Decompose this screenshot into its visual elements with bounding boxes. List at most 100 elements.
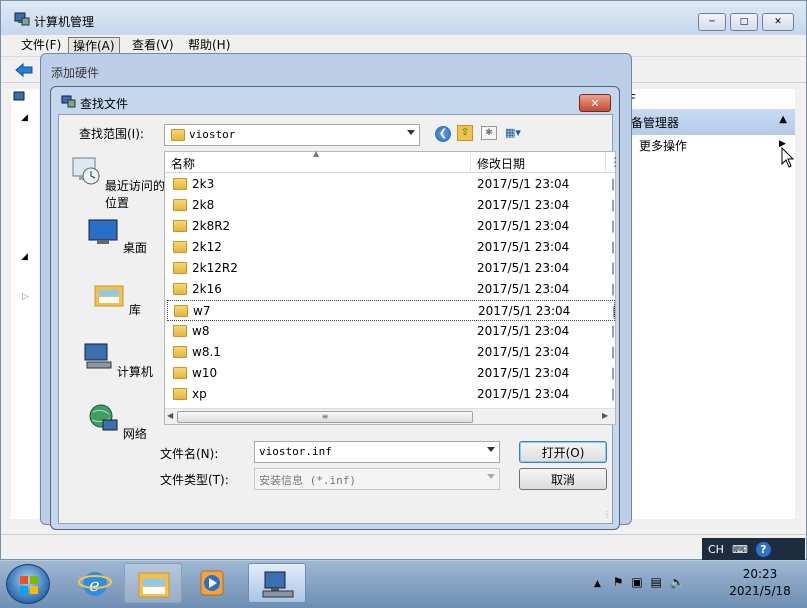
clock[interactable]: 20:23 2021/5/18 (718, 566, 802, 600)
column-name-header[interactable]: 名称 (171, 155, 195, 172)
file-row[interactable]: 2k12 2017/5/1 23:04 ∣ (167, 237, 616, 258)
filename-label: 文件名(N): (160, 447, 219, 461)
network-globe-icon (89, 404, 118, 431)
internet-explorer-icon: e (78, 572, 112, 596)
file-row[interactable]: w8 2017/5/1 23:04 ∣ (167, 321, 616, 342)
truncated-type-column: ∣ (610, 177, 616, 191)
collapse-up-icon[interactable]: ▲ (779, 114, 787, 125)
scroll-left-icon[interactable]: ◀ (167, 411, 173, 420)
place-computer[interactable]: 计算机 (67, 340, 167, 380)
place-desktop[interactable]: 桌面 (67, 216, 167, 256)
column-separator[interactable] (605, 152, 606, 172)
file-row[interactable]: w10 2017/5/1 23:04 ∣ (167, 363, 616, 384)
back-icon[interactable]: ❮ (435, 126, 451, 142)
dialog-title: 查找文件 (80, 97, 129, 111)
view-menu-icon[interactable]: ▦▾ (505, 126, 531, 140)
action-center-icon[interactable]: ⚑ (613, 575, 624, 589)
file-name: 2k12 (192, 240, 222, 254)
taskbar: e ▲ ⚑ ▣ ▤ 🔈 20:23 2021/5/18 (0, 560, 807, 607)
close-window-button[interactable]: ✕ (762, 13, 794, 31)
language-bar[interactable]: CH ⌨ ? (702, 538, 805, 560)
folder-icon (174, 305, 188, 317)
help-icon[interactable]: ? (755, 541, 771, 557)
truncated-type-column: ∣ (610, 345, 616, 359)
volume-icon[interactable]: 🔈 (670, 575, 685, 589)
device-manager-section[interactable]: 备管理器 ▲ (627, 109, 795, 135)
file-date: 2017/5/1 23:04 (477, 366, 570, 380)
menu-file[interactable]: 文件(F) (17, 37, 65, 54)
file-row[interactable]: w8.1 2017/5/1 23:04 ∣ (167, 342, 616, 363)
more-actions-link[interactable]: 更多操作 (639, 137, 687, 154)
file-row[interactable]: 2k8 2017/5/1 23:04 ∣ (167, 195, 616, 216)
file-name: w10 (192, 366, 218, 380)
security-icon[interactable]: ▣ (631, 575, 642, 589)
file-date: 2017/5/1 23:04 (477, 345, 570, 359)
tree-expand-icon[interactable]: ◢ (21, 113, 28, 123)
truncated-type-column: ∣ (610, 198, 616, 212)
place-network[interactable]: 网络 (67, 402, 167, 442)
computer-tree-icon (13, 91, 25, 101)
show-hidden-icons[interactable]: ▲ (594, 579, 601, 589)
maximize-button[interactable]: □ (730, 13, 758, 31)
file-row[interactable]: xp 2017/5/1 23:04 ∣ (167, 384, 616, 405)
column-date-header[interactable]: 修改日期 (477, 155, 525, 172)
file-list-header: 名称 ▲ 修改日期 ⋮ (165, 149, 621, 173)
taskbar-media-player[interactable] (184, 563, 242, 603)
menu-action[interactable]: 操作(A) (68, 37, 120, 54)
cancel-button[interactable]: 取消 (519, 468, 607, 490)
tree-collapse-icon[interactable]: ▷ (22, 292, 29, 302)
file-row[interactable]: w7 2017/5/1 23:04 ∣ (167, 300, 617, 321)
sort-ascending-icon: ▲ (313, 149, 320, 158)
title-bar: 计算机管理 ─ □ ✕ (1, 1, 806, 35)
system-tray: ▲ ⚑ ▣ ▤ 🔈 (594, 575, 685, 589)
taskbar-computer-management[interactable] (248, 563, 306, 603)
truncated-type-column: ∣ (610, 261, 616, 275)
place-recent[interactable]: 最近访问的位置 (67, 154, 167, 211)
truncated-type-column: ∣ (610, 282, 616, 296)
lookin-label: 查找范围(I): (79, 127, 144, 141)
taskbar-ie[interactable]: e (66, 563, 124, 603)
file-row[interactable]: 2k8R2 2017/5/1 23:04 ∣ (167, 216, 616, 237)
section-label: 备管理器 (631, 116, 680, 130)
taskbar-explorer[interactable] (124, 563, 182, 603)
status-bar (1, 534, 806, 558)
filetype-label: 文件类型(T): (160, 473, 229, 487)
open-button[interactable]: 打开(O) (519, 441, 607, 463)
language-indicator[interactable]: CH (708, 543, 724, 556)
file-row[interactable]: 2k3 2017/5/1 23:04 ∣ (167, 174, 616, 195)
tree-expand-icon[interactable]: ◢ (21, 252, 28, 262)
network-icon[interactable]: ▤ (651, 575, 662, 589)
file-name: 2k8 (192, 198, 215, 212)
filetype-select[interactable]: 安装信息 (*.inf) (254, 468, 500, 490)
libraries-icon (94, 285, 124, 307)
filename-input[interactable]: viostor.inf (254, 441, 500, 463)
find-file-dialog: 查找文件 ✕ 查找范围(I): viostor ❮ ⇧ ✱ ▦▾ 最近访问的位置… (50, 86, 621, 530)
menu-help[interactable]: 帮助(H) (184, 37, 234, 54)
place-label: 最近访问的位置 (104, 179, 165, 210)
place-libraries[interactable]: 库 (67, 278, 167, 318)
minimize-button[interactable]: ─ (698, 13, 726, 31)
column-separator[interactable] (470, 152, 471, 172)
up-folder-icon[interactable]: ⇧ (457, 125, 473, 141)
start-button[interactable] (6, 564, 50, 604)
truncated-type-column: ∣ (610, 240, 616, 254)
menu-view[interactable]: 查看(V) (128, 37, 178, 54)
back-arrow-icon[interactable] (15, 62, 33, 78)
file-row[interactable]: 2k16 2017/5/1 23:04 ∣ (167, 279, 616, 300)
dialog-close-button[interactable]: ✕ (579, 94, 611, 112)
lookin-combo[interactable]: viostor (164, 124, 420, 146)
file-date: 2017/5/1 23:04 (477, 177, 570, 191)
chevron-down-icon[interactable] (487, 447, 495, 452)
scroll-right-icon[interactable]: ▶ (602, 411, 608, 420)
resize-grip-icon[interactable]: ⋮ (603, 510, 611, 519)
place-label: 桌面 (122, 241, 147, 255)
folder-icon (173, 241, 187, 253)
file-date: 2017/5/1 23:04 (478, 304, 571, 318)
keyboard-icon[interactable]: ⌨ (732, 543, 748, 556)
file-name: 2k16 (192, 282, 222, 296)
scroll-thumb[interactable]: ≡ (177, 411, 473, 423)
dialog-body: 查找范围(I): viostor ❮ ⇧ ✱ ▦▾ 最近访问的位置 桌面 库 计… (58, 114, 621, 524)
new-folder-icon[interactable]: ✱ (481, 126, 497, 140)
file-row[interactable]: 2k12R2 2017/5/1 23:04 ∣ (167, 258, 616, 279)
horizontal-scrollbar[interactable]: ◀ ≡ ▶ (165, 408, 615, 424)
